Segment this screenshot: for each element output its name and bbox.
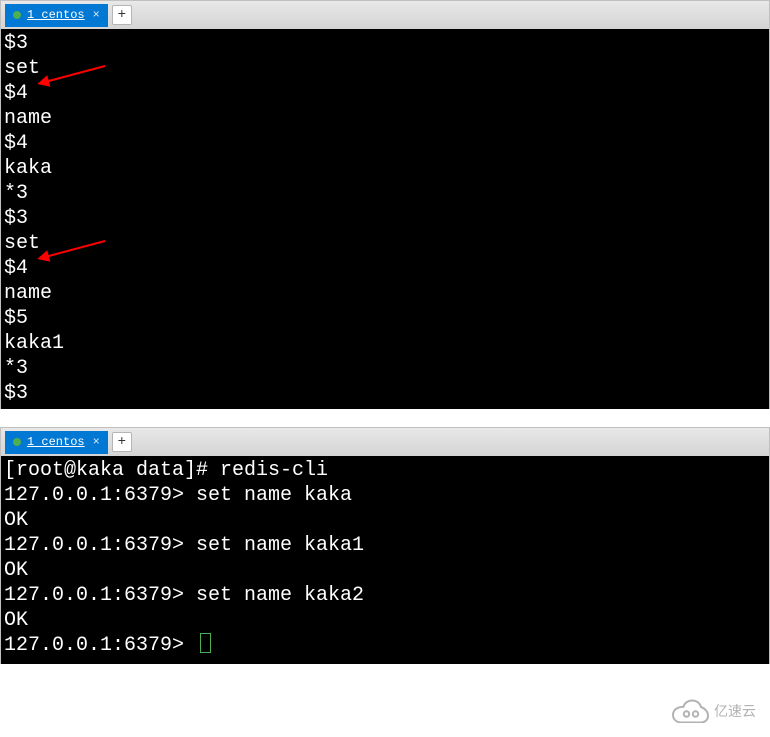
terminal-line: 127.0.0.1:6379> set name kaka1 bbox=[4, 533, 766, 558]
terminal-line: $4 bbox=[4, 256, 766, 281]
terminal-line: 127.0.0.1:6379> set name kaka bbox=[4, 483, 766, 508]
terminal-output[interactable]: [root@kaka data]# redis-cli127.0.0.1:637… bbox=[0, 456, 770, 664]
terminal-pane-top: 1 centos × + $3set$4name$4kaka*3$3set$4n… bbox=[0, 0, 770, 409]
terminal-output[interactable]: $3set$4name$4kaka*3$3set$4name$5kaka1*3$… bbox=[0, 29, 770, 409]
watermark: 亿速云 bbox=[672, 699, 756, 723]
tab-label: 1 centos bbox=[27, 435, 85, 449]
terminal-line: $4 bbox=[4, 81, 766, 106]
terminal-line: set bbox=[4, 231, 766, 256]
terminal-line: kaka1 bbox=[4, 331, 766, 356]
terminal-line: $5 bbox=[4, 306, 766, 331]
terminal-line: $3 bbox=[4, 31, 766, 56]
tab-centos[interactable]: 1 centos × bbox=[5, 4, 108, 27]
status-dot-icon bbox=[13, 11, 21, 19]
close-tab-icon[interactable]: × bbox=[93, 8, 100, 22]
terminal-line: set bbox=[4, 56, 766, 81]
terminal-line: name bbox=[4, 106, 766, 131]
terminal-line: $4 bbox=[4, 131, 766, 156]
terminal-line: *3 bbox=[4, 356, 766, 381]
status-dot-icon bbox=[13, 438, 21, 446]
terminal-line: OK bbox=[4, 508, 766, 533]
terminal-line: 127.0.0.1:6379> bbox=[4, 633, 766, 658]
terminal-line: $3 bbox=[4, 381, 766, 406]
cloud-logo-icon bbox=[672, 699, 710, 723]
add-tab-button[interactable]: + bbox=[112, 432, 132, 452]
terminal-line: $3 bbox=[4, 206, 766, 231]
cursor-icon bbox=[200, 633, 211, 653]
terminal-line: OK bbox=[4, 608, 766, 633]
terminal-line: OK bbox=[4, 558, 766, 583]
close-tab-icon[interactable]: × bbox=[93, 435, 100, 449]
terminal-line: [root@kaka data]# redis-cli bbox=[4, 458, 766, 483]
tab-centos[interactable]: 1 centos × bbox=[5, 431, 108, 454]
add-tab-button[interactable]: + bbox=[112, 5, 132, 25]
terminal-line: 127.0.0.1:6379> set name kaka2 bbox=[4, 583, 766, 608]
tab-label: 1 centos bbox=[27, 8, 85, 22]
tab-bar: 1 centos × + bbox=[0, 427, 770, 456]
terminal-line: kaka bbox=[4, 156, 766, 181]
watermark-text: 亿速云 bbox=[714, 701, 756, 721]
terminal-line: *3 bbox=[4, 181, 766, 206]
tab-bar: 1 centos × + bbox=[0, 0, 770, 29]
terminal-pane-bottom: 1 centos × + [root@kaka data]# redis-cli… bbox=[0, 427, 770, 664]
terminal-line: name bbox=[4, 281, 766, 306]
